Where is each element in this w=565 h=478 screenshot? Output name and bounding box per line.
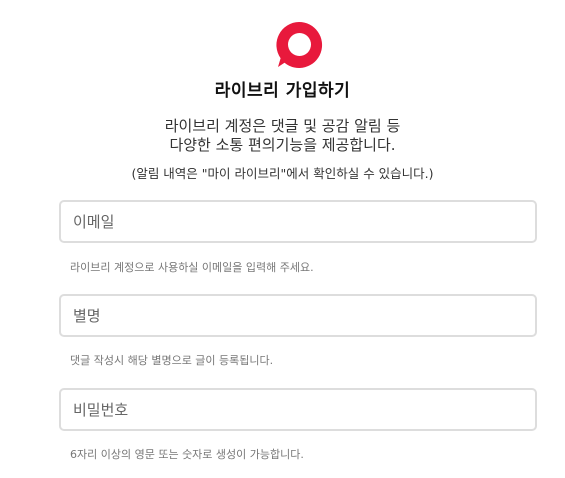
nickname-help-text: 댓글 작성시 해당 별명으로 글이 등록됩니다. [70,354,274,367]
email-field[interactable] [59,200,537,243]
intro-line-1: 라이브리 계정은 댓글 및 공감 알림 등 [164,117,401,135]
email-help-text: 라이브리 계정으로 사용하실 이메일을 입력해 주세요. [70,261,314,274]
nickname-field[interactable] [59,294,537,337]
intro-line-2: 다양한 소통 편의기능을 제공합니다. [169,136,396,154]
speech-bubble-logo-icon [276,21,323,68]
password-field[interactable] [59,388,537,431]
password-help-text: 6자리 이상의 영문 또는 숫자로 생성이 가능합니다. [70,448,304,461]
page-title: 라이브리 가입하기 [214,81,351,101]
signup-page: 라이브리 가입하기 라이브리 계정은 댓글 및 공감 알림 등 다양한 소통 편… [0,0,565,478]
intro-note: (알림 내역은 "마이 라이브리"에서 확인하실 수 있습니다.) [131,166,434,181]
